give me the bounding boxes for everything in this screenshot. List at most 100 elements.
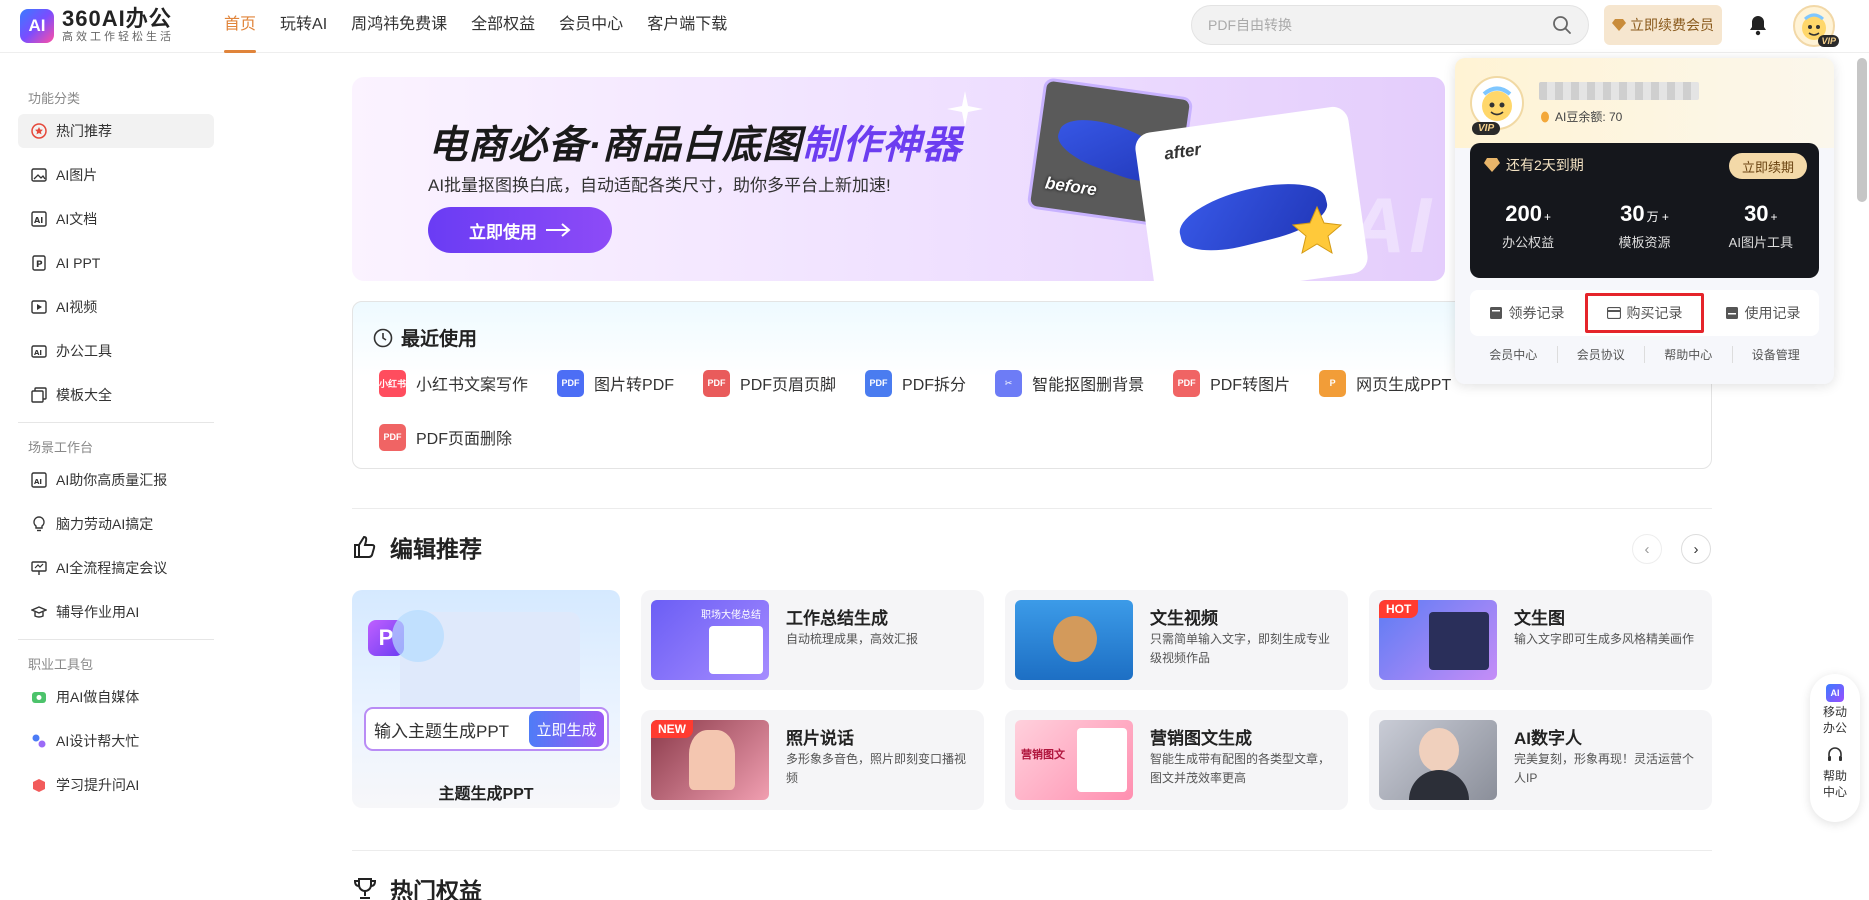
nav-play-ai[interactable]: 玩转AI	[280, 0, 327, 53]
diamond-icon	[1484, 158, 1500, 172]
pdf-page-delete-icon: PDF	[379, 423, 406, 451]
membership-card: 还有2天到期 立即续期 200 + 办公权益 30 万 + 模板资源 30 + AI图…	[1470, 143, 1819, 278]
nav-home[interactable]: 首页	[224, 0, 257, 53]
coupon-icon	[1489, 307, 1502, 319]
bean-balance: AI豆余额: 70	[1539, 108, 1622, 125]
ppt-generate-button[interactable]: 立即生成	[529, 711, 604, 747]
recent-item-pdf-to-image[interactable]: PDF PDF转图片	[1173, 368, 1290, 398]
recent-item-pdf-header-footer[interactable]: PDF PDF页眉页脚	[703, 368, 836, 398]
next-page-button[interactable]: ›	[1681, 534, 1711, 564]
stat-label: AI图片工具	[1728, 235, 1793, 250]
logo-slogan: 高效工作轻松生活	[62, 31, 174, 43]
sidebar-item-meeting[interactable]: AI全流程搞定会议	[18, 551, 214, 585]
video-icon	[30, 299, 47, 316]
stat-unit: +	[1770, 210, 1778, 224]
sidebar-item-design[interactable]: AI设计帮大忙	[18, 724, 214, 758]
feature-card-work-summary[interactable]: 职场大佬总结 工作总结生成 自动梳理成果，高效汇报	[641, 590, 984, 690]
sidebar-item-hot[interactable]: 热门推荐	[18, 114, 214, 148]
stat-number: 200	[1505, 201, 1543, 226]
recent-item-label: 小红书文案写作	[416, 377, 529, 394]
stat-office-benefits[interactable]: 200 + 办公权益	[1470, 201, 1586, 251]
sidebar-item-study[interactable]: 学习提升问AI	[18, 768, 214, 802]
xiaohongshu-icon: 小红书	[379, 369, 406, 397]
user-avatar[interactable]: VIP	[1793, 5, 1839, 47]
expire-text: 还有2天到期	[1506, 157, 1584, 173]
sidebar-item-label: AI PPT	[56, 255, 101, 271]
banner-use-now-button[interactable]: 立即使用	[428, 207, 612, 253]
stat-ai-image-tools[interactable]: 30 + AI图片工具	[1703, 201, 1819, 251]
recent-item-xhs-copy[interactable]: 小红书 小红书文案写作	[379, 368, 528, 398]
after-tag: after	[1163, 139, 1203, 164]
membership-stats: 200 + 办公权益 30 万 + 模板资源 30 + AI图片工具	[1470, 201, 1819, 251]
record-links: 领券记录 购买记录 使用记录	[1470, 290, 1819, 336]
renew-now-button[interactable]: 立即续期	[1729, 153, 1807, 179]
footer-member-agreement-link[interactable]: 会员协议	[1558, 346, 1645, 363]
feature-card-text-to-image[interactable]: HOT 文生图 输入文字即可生成多风格精美画作	[1369, 590, 1712, 690]
usage-icon	[1725, 307, 1738, 319]
stat-number: 30	[1744, 201, 1769, 226]
sidebar-item-ai-ppt[interactable]: P AI PPT	[18, 246, 214, 280]
recent-item-image-to-pdf[interactable]: PDF 图片转PDF	[557, 368, 674, 398]
usage-records-link[interactable]: 使用记录	[1706, 293, 1819, 333]
search-input[interactable]	[1208, 17, 1552, 33]
recent-item-label: 智能抠图删背景	[1032, 377, 1145, 394]
sidebar-item-brainwork[interactable]: 脑力劳动AI搞定	[18, 507, 214, 541]
banner-title-main: 电商必备·商品白底图	[428, 124, 802, 167]
coupon-records-link[interactable]: 领券记录	[1470, 293, 1583, 333]
nav-free-course[interactable]: 周鸿祎免费课	[351, 0, 447, 53]
nav-client-download[interactable]: 客户端下载	[647, 0, 727, 53]
recent-item-pdf-split[interactable]: PDF PDF拆分	[865, 368, 966, 398]
diamond-icon	[1612, 19, 1626, 31]
sidebar-item-label: 办公工具	[56, 343, 112, 359]
sidebar-item-ai-image[interactable]: AI图片	[18, 158, 214, 192]
prev-page-button[interactable]: ‹	[1632, 534, 1662, 564]
sidebar-item-homework[interactable]: 辅导作业用AI	[18, 595, 214, 629]
cutout-icon: ✂	[995, 369, 1023, 397]
stat-template-resources[interactable]: 30 万 + 模板资源	[1586, 201, 1702, 251]
mobile-office-button[interactable]: AI 移动办公	[1821, 684, 1849, 736]
bell-icon[interactable]	[1748, 14, 1768, 36]
stat-label: 模板资源	[1618, 235, 1671, 250]
ppt-card-label: 主题生成PPT	[438, 786, 534, 803]
sidebar-item-ai-video[interactable]: AI视频	[18, 290, 214, 324]
section-divider	[352, 850, 1712, 851]
sidebar-item-office-tools[interactable]: AI 办公工具	[18, 334, 214, 368]
ppt-topic-input[interactable]: 输入主题生成PPT 立即生成	[364, 707, 609, 751]
sidebar-item-media[interactable]: 用AI做自媒体	[18, 680, 214, 714]
footer-member-center-link[interactable]: 会员中心	[1470, 346, 1558, 363]
renew-vip-button[interactable]: 立即续费会员	[1604, 5, 1722, 45]
banner-cta-label: 立即使用	[469, 222, 537, 242]
media-icon	[30, 689, 47, 706]
search-icon[interactable]	[1552, 15, 1572, 35]
feature-card-marketing-post[interactable]: 营销图文 营销图文生成 智能生成带有配图的各类型文章，图文并茂效率更高	[1005, 710, 1348, 810]
feature-card-talking-photo[interactable]: NEW 照片说话 多形象多音色，照片即刻变口播视频	[641, 710, 984, 810]
promo-banner[interactable]: 360 AI 电商必备·商品白底图制作神器 AI批量抠图换白底，自动适配各类尺寸…	[352, 77, 1445, 281]
sidebar-item-report[interactable]: AI AI助你高质量汇报	[18, 463, 214, 497]
nav-all-benefits[interactable]: 全部权益	[471, 0, 535, 53]
sidebar-item-label: AI文档	[56, 211, 98, 227]
ppt-generate-card[interactable]: P 输入主题生成PPT 立即生成 主题生成PPT	[352, 590, 620, 808]
feature-card-digital-human[interactable]: AI数字人 完美复刻，形象再现！灵活运营个人IP	[1369, 710, 1712, 810]
stat-label: 办公权益	[1502, 235, 1555, 250]
purchase-records-link[interactable]: 购买记录	[1585, 293, 1704, 333]
page-scrollbar[interactable]	[1857, 58, 1867, 202]
recent-item-web-to-ppt[interactable]: P 网页生成PPT	[1319, 368, 1451, 398]
hot-benefits-label: 热门权益	[390, 878, 482, 900]
feature-desc: 多形象多音色，照片即刻变口播视频	[786, 752, 967, 785]
footer-device-management-link[interactable]: 设备管理	[1733, 346, 1820, 363]
link-label: 购买记录	[1626, 305, 1683, 321]
footer-help-center-link[interactable]: 帮助中心	[1645, 346, 1733, 363]
nav-member-center[interactable]: 会员中心	[559, 0, 623, 53]
recent-item-remove-bg[interactable]: ✂ 智能抠图删背景	[995, 368, 1144, 398]
logo[interactable]: AI 360AI办公 高效工作轻松生活	[20, 8, 174, 44]
feature-title: 营销图文生成	[1150, 729, 1252, 748]
feature-card-text-to-video[interactable]: 文生视频 只需简单输入文字，即刻生成专业级视频作品	[1005, 590, 1348, 690]
sidebar-item-templates[interactable]: 模板大全	[18, 378, 214, 412]
link-label: 领券记录	[1508, 305, 1565, 321]
sidebar-item-ai-doc[interactable]: AI AI文档	[18, 202, 214, 236]
decor-bubble	[392, 610, 444, 662]
feature-title: AI数字人	[1514, 729, 1582, 748]
document-icon: AI	[30, 211, 47, 228]
recent-item-pdf-page-delete[interactable]: PDF PDF页面删除	[379, 422, 512, 452]
help-center-button[interactable]: 帮助中心	[1821, 746, 1849, 800]
